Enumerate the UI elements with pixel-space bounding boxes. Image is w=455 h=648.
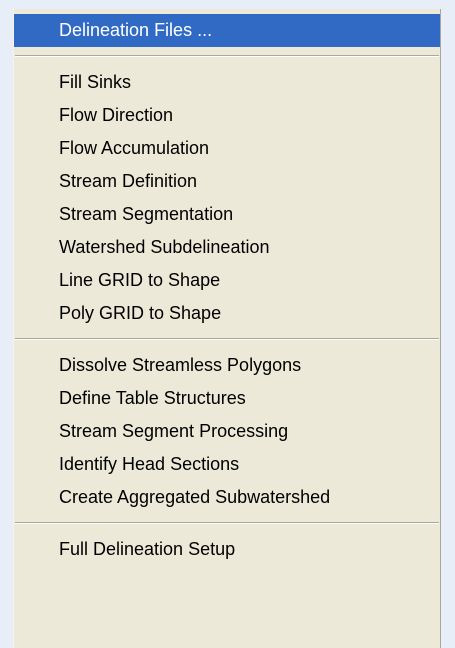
menu-separator <box>15 522 439 524</box>
context-menu: Delineation Files ... Fill Sinks Flow Di… <box>13 9 441 648</box>
menu-item-flow-accumulation[interactable]: Flow Accumulation <box>14 132 440 165</box>
menu-item-define-table-structures[interactable]: Define Table Structures <box>14 382 440 415</box>
menu-item-dissolve-streamless-polygons[interactable]: Dissolve Streamless Polygons <box>14 349 440 382</box>
menu-item-watershed-subdelineation[interactable]: Watershed Subdelineation <box>14 231 440 264</box>
menu-item-identify-head-sections[interactable]: Identify Head Sections <box>14 448 440 481</box>
menu-item-delineation-files[interactable]: Delineation Files ... <box>14 14 440 47</box>
menu-item-stream-definition[interactable]: Stream Definition <box>14 165 440 198</box>
menu-item-create-aggregated-subwatershed[interactable]: Create Aggregated Subwatershed <box>14 481 440 514</box>
menu-separator <box>15 338 439 340</box>
menu-item-poly-grid-to-shape[interactable]: Poly GRID to Shape <box>14 297 440 330</box>
menu-item-full-delineation-setup[interactable]: Full Delineation Setup <box>14 533 440 566</box>
menu-item-fill-sinks[interactable]: Fill Sinks <box>14 66 440 99</box>
menu-item-stream-segment-processing[interactable]: Stream Segment Processing <box>14 415 440 448</box>
menu-item-flow-direction[interactable]: Flow Direction <box>14 99 440 132</box>
menu-item-line-grid-to-shape[interactable]: Line GRID to Shape <box>14 264 440 297</box>
menu-item-stream-segmentation[interactable]: Stream Segmentation <box>14 198 440 231</box>
menu-separator <box>15 55 439 57</box>
